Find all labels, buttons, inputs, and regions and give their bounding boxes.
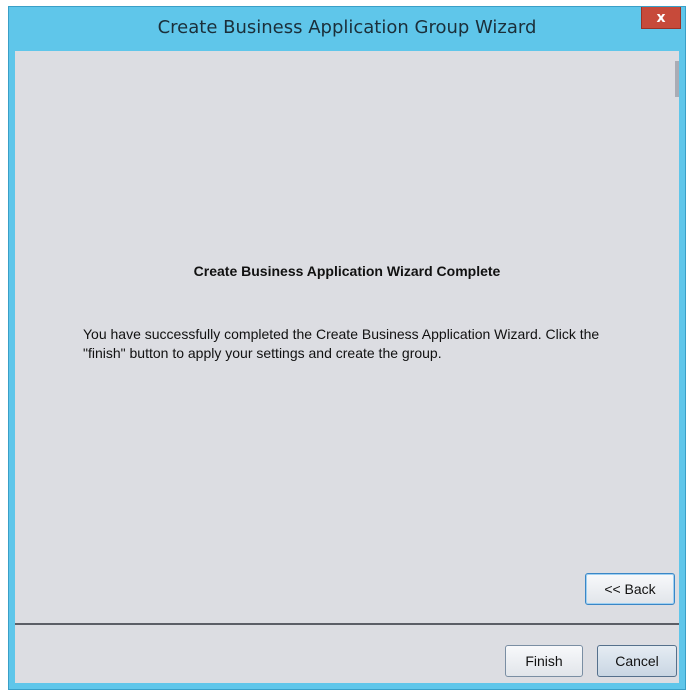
wizard-client-area: Create Business Application Wizard Compl… (15, 51, 679, 683)
finish-button[interactable]: Finish (505, 645, 583, 677)
back-button[interactable]: << Back (585, 573, 675, 605)
window-title: Create Business Application Group Wizard (157, 17, 537, 38)
close-button[interactable]: x (641, 7, 681, 29)
wizard-complete-description: You have successfully completed the Crea… (83, 326, 600, 361)
wizard-content-panel: Create Business Application Wizard Compl… (15, 51, 679, 623)
title-bar[interactable]: Create Business Application Group Wizard… (9, 7, 685, 51)
wizard-complete-heading: Create Business Application Wizard Compl… (193, 263, 501, 279)
cancel-button[interactable]: Cancel (597, 645, 677, 677)
wizard-footer: Finish Cancel (15, 625, 679, 683)
wizard-window: Create Business Application Group Wizard… (8, 6, 686, 690)
close-icon: x (656, 9, 666, 26)
